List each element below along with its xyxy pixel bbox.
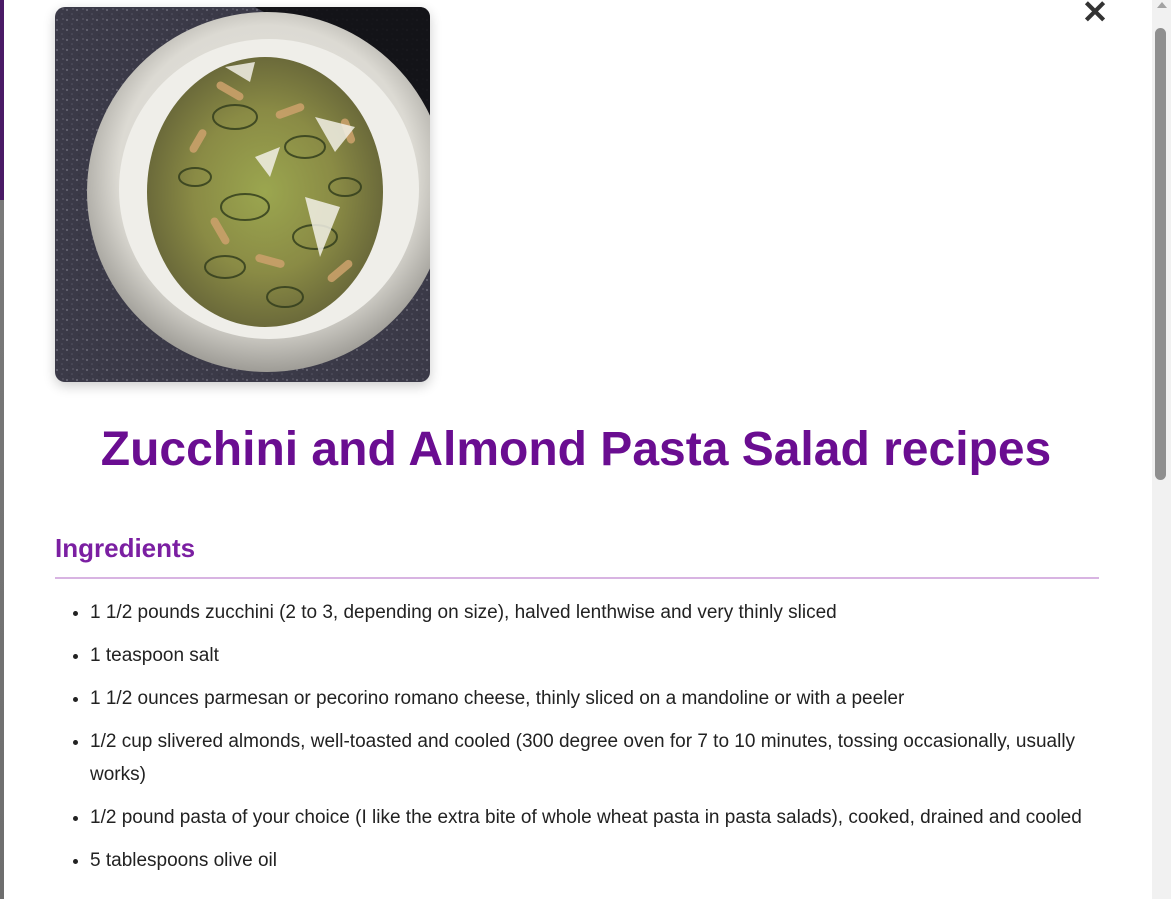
ingredient-item: 1/2 cup slivered almonds, well-toasted a… — [90, 725, 1134, 791]
ingredient-item: 1 1/2 ounces parmesan or pecorino romano… — [90, 682, 1134, 715]
ingredient-item: 5 tablespoons olive oil — [90, 844, 1134, 877]
recipe-modal: Zucchini and Almond Pasta Salad recipes … — [4, 0, 1152, 899]
recipe-photo-image — [55, 7, 430, 382]
ingredient-item: 1 1/2 pounds zucchini (2 to 3, depending… — [90, 596, 1134, 629]
scrollbar-thumb[interactable] — [1155, 28, 1166, 480]
ingredients-heading: Ingredients — [55, 530, 1099, 579]
ingredients-list: 1 1/2 pounds zucchini (2 to 3, depending… — [55, 596, 1134, 887]
ingredient-item: 1 teaspoon salt — [90, 639, 1134, 672]
close-icon[interactable]: ✕ — [1080, 0, 1110, 28]
scroll-up-arrow-icon[interactable] — [1157, 2, 1167, 8]
ingredient-item: 1/2 pound pasta of your choice (I like t… — [90, 801, 1134, 834]
recipe-photo — [55, 7, 430, 382]
recipe-title: Zucchini and Almond Pasta Salad recipes — [100, 423, 1052, 476]
